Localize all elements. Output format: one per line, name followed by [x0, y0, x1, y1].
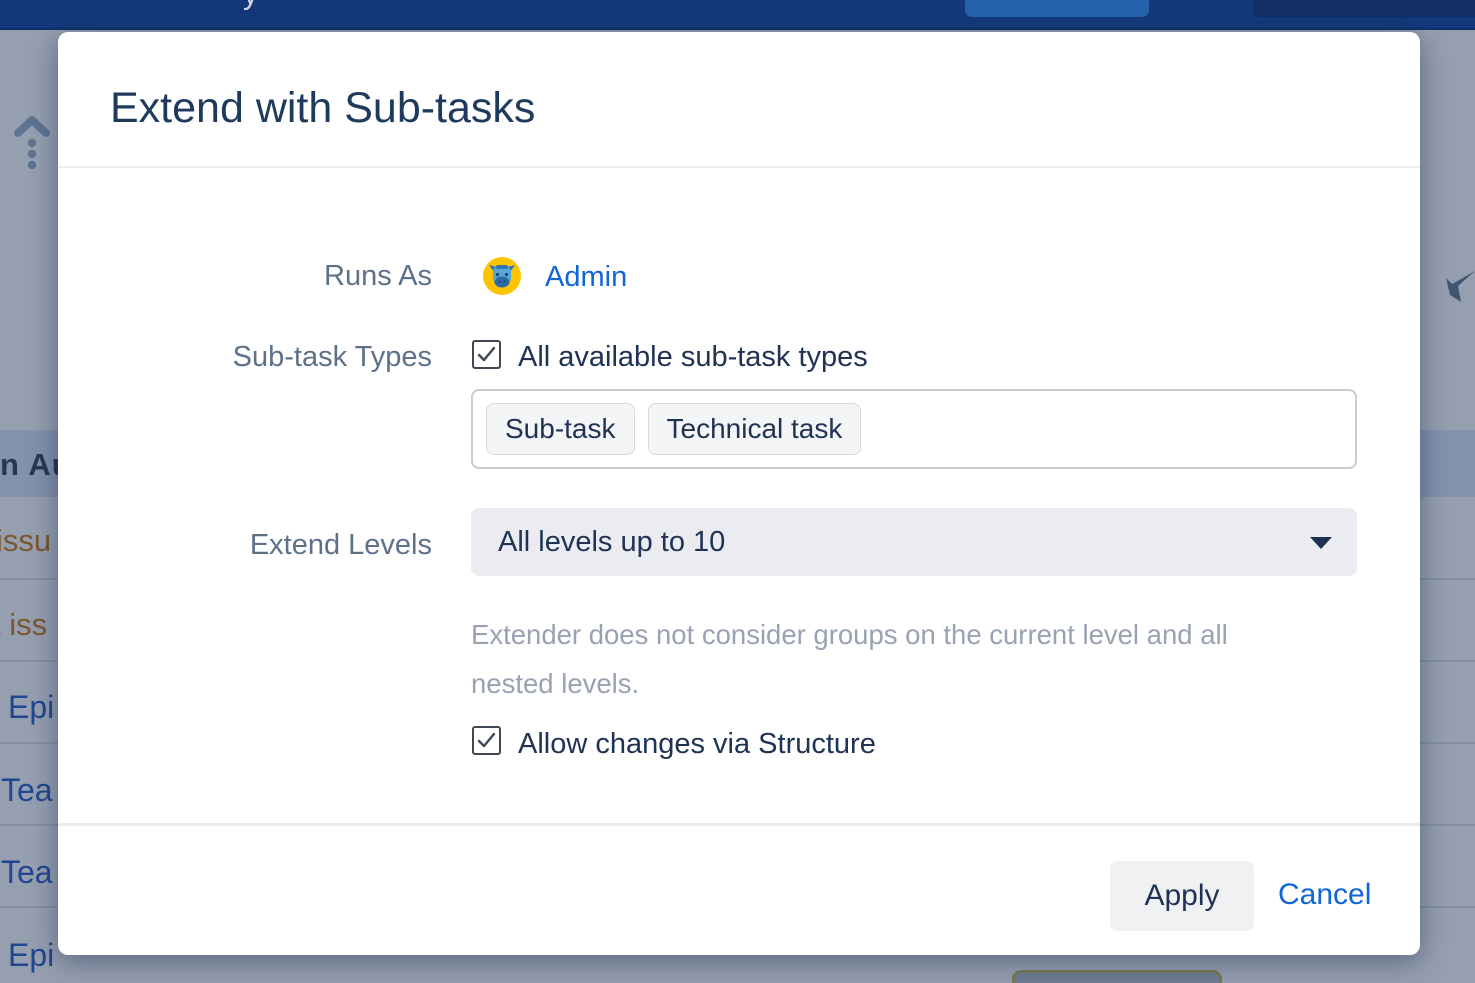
cancel-button[interactable]: Cancel	[1278, 878, 1371, 912]
allow-changes-checkbox-label: Allow changes via Structure	[518, 728, 876, 761]
extend-subtasks-dialog: Extend with Sub-tasks Runs As Admin Sub-…	[58, 32, 1420, 955]
navbar-clipped-text: y	[243, 0, 258, 12]
runs-as-label: Runs As	[58, 260, 432, 293]
extender-help-text: Extender does not consider groups on the…	[471, 610, 1307, 708]
subtask-types-label: Sub-task Types	[58, 341, 432, 374]
all-subtask-types-checkbox-label: All available sub-task types	[518, 341, 868, 374]
navbar-button-primary[interactable]	[965, 0, 1149, 17]
extend-levels-selected-value: All levels up to 10	[498, 508, 725, 576]
chevron-down-icon	[1310, 537, 1332, 549]
bull-avatar-icon	[483, 257, 521, 295]
dialog-title: Extend with Sub-tasks	[110, 84, 535, 133]
apply-button[interactable]: Apply	[1110, 861, 1254, 931]
subtask-type-tag[interactable]: Sub-task	[486, 403, 635, 455]
extend-levels-label: Extend Levels	[58, 529, 432, 562]
title-divider	[58, 166, 1420, 168]
subtask-type-tag[interactable]: Technical task	[648, 403, 862, 455]
all-subtask-types-checkbox[interactable]	[472, 340, 501, 369]
subtask-types-field[interactable]: Sub-task Technical task	[471, 389, 1357, 469]
checkmark-icon	[476, 344, 497, 365]
allow-changes-checkbox[interactable]	[472, 726, 501, 755]
screen: n Au issu t iss Epi Tea Tea Epi y Extend…	[0, 0, 1475, 983]
extend-levels-select[interactable]: All levels up to 10	[471, 508, 1357, 576]
footer-divider	[58, 823, 1420, 826]
top-navbar: y	[0, 0, 1475, 30]
navbar-button-secondary[interactable]	[1253, 0, 1475, 17]
checkmark-icon	[476, 730, 497, 751]
runs-as-user-link[interactable]: Admin	[545, 261, 627, 294]
